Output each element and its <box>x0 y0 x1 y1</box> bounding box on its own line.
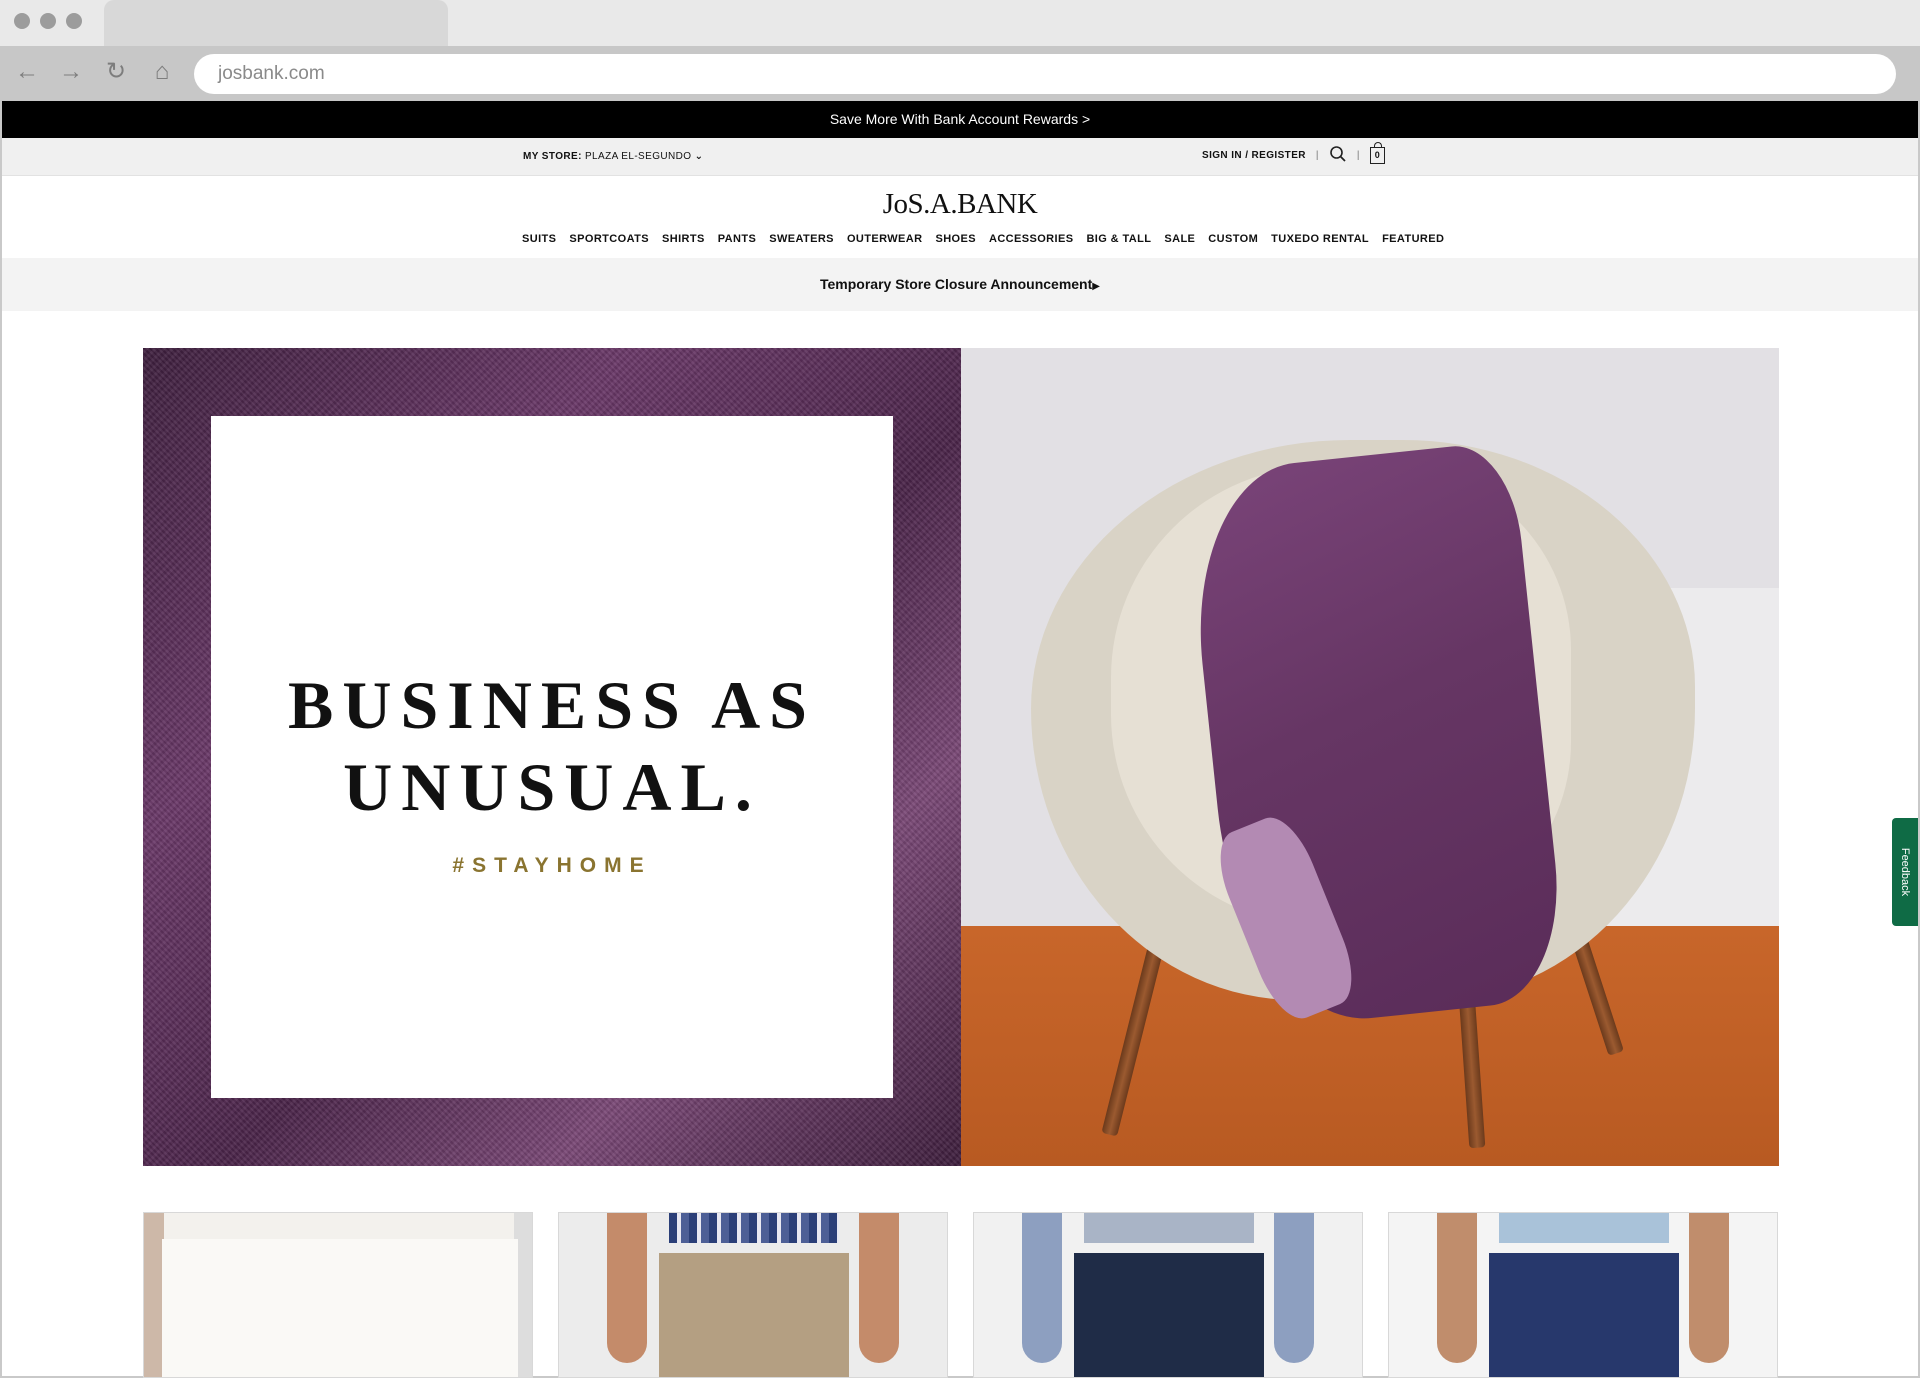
nav-item-custom[interactable]: CUSTOM <box>1208 233 1258 245</box>
divider: | <box>1356 150 1360 161</box>
product-image <box>859 1213 899 1363</box>
feedback-tab[interactable]: Feedback <box>1892 818 1918 926</box>
nav-item-sweaters[interactable]: SWEATERS <box>769 233 834 245</box>
product-tile-chinos[interactable] <box>1388 1212 1778 1378</box>
nav-item-featured[interactable]: FEATURED <box>1382 233 1444 245</box>
khaki-pants <box>659 1253 849 1377</box>
hero-headline: BUSINESS AS UNUSUAL. <box>211 664 893 828</box>
nav-item-shoes[interactable]: SHOES <box>935 233 976 245</box>
rewards-promo-banner[interactable]: Save More With Bank Account Rewards > <box>2 101 1918 138</box>
product-image <box>1022 1213 1062 1363</box>
announcement-text: Temporary Store Closure Announcement <box>820 276 1093 292</box>
product-tile-khakis[interactable] <box>558 1212 948 1378</box>
light-shirt <box>1084 1213 1254 1243</box>
divider: | <box>1315 150 1319 161</box>
light-blue-tee <box>1499 1213 1669 1243</box>
home-icon[interactable]: ⌂ <box>148 58 176 86</box>
brand-logo[interactable]: JoS.A.BANK <box>2 188 1918 221</box>
hero-fabric-panel[interactable]: BUSINESS AS UNUSUAL. #STAYHOME <box>143 348 961 1166</box>
main-navigation: SUITS SPORTCOATS SHIRTS PANTS SWEATERS O… <box>522 233 1444 245</box>
nav-item-suits[interactable]: SUITS <box>522 233 556 245</box>
chevron-down-icon: ⌄ <box>694 151 704 162</box>
utility-bar: MY STORE: PLAZA EL-SEGUNDO ⌄ SIGN IN / R… <box>2 138 1918 176</box>
maximize-window-dot[interactable] <box>66 13 82 29</box>
nav-item-sale[interactable]: SALE <box>1164 233 1195 245</box>
shopping-bag-icon[interactable]: 0 <box>1369 142 1385 164</box>
store-label: MY STORE: <box>523 151 582 162</box>
browser-tab[interactable] <box>104 0 448 48</box>
product-tile-jeans[interactable] <box>973 1212 1363 1378</box>
dark-jeans <box>1074 1253 1264 1377</box>
sign-in-register-link[interactable]: SIGN IN / REGISTER <box>1202 150 1306 161</box>
site-header: JoS.A.BANK SUITS SPORTCOATS SHIRTS PANTS… <box>2 176 1918 258</box>
navy-pants <box>1489 1253 1679 1377</box>
utility-actions: SIGN IN / REGISTER | | 0 <box>1202 142 1385 166</box>
hero-text-card: BUSINESS AS UNUSUAL. #STAYHOME <box>211 416 893 1098</box>
product-image <box>1274 1213 1314 1363</box>
close-window-dot[interactable] <box>14 13 30 29</box>
product-image <box>1689 1213 1729 1363</box>
nav-item-tuxedo-rental[interactable]: TUXEDO RENTAL <box>1271 233 1369 245</box>
hero-product-image[interactable] <box>961 348 1779 1166</box>
plaid-shirt <box>669 1213 839 1243</box>
back-arrow-icon[interactable]: ← <box>13 58 41 86</box>
hero-headline-line2: UNUSUAL. <box>343 749 761 825</box>
cart-count: 0 <box>1374 150 1381 160</box>
nav-item-big-tall[interactable]: BIG & TALL <box>1086 233 1151 245</box>
product-tile-shirts[interactable] <box>143 1212 533 1378</box>
nav-item-accessories[interactable]: ACCESSORIES <box>989 233 1073 245</box>
forward-arrow-icon[interactable]: → <box>57 58 85 86</box>
folded-shirt <box>162 1239 518 1377</box>
hero-headline-line1: BUSINESS AS <box>287 667 817 743</box>
search-icon[interactable] <box>1329 145 1347 166</box>
minimize-window-dot[interactable] <box>40 13 56 29</box>
product-image <box>1437 1213 1477 1363</box>
address-bar[interactable]: josbank.com <box>194 54 1896 94</box>
nav-item-pants[interactable]: PANTS <box>718 233 756 245</box>
store-closure-announcement[interactable]: Temporary Store Closure Announcement▶ <box>2 258 1918 311</box>
nav-item-shirts[interactable]: SHIRTS <box>662 233 705 245</box>
caret-right-icon: ▶ <box>1092 281 1100 292</box>
reload-icon[interactable]: ↻ <box>102 58 130 86</box>
store-value: PLAZA EL-SEGUNDO <box>584 151 692 162</box>
product-image <box>607 1213 647 1363</box>
window-controls <box>14 13 82 29</box>
feedback-label: Feedback <box>1899 847 1911 897</box>
nav-item-sportcoats[interactable]: SPORTCOATS <box>569 233 649 245</box>
browser-chrome: ← → ↻ ⌂ josbank.com <box>0 0 1920 101</box>
store-selector[interactable]: MY STORE: PLAZA EL-SEGUNDO ⌄ <box>523 151 703 162</box>
nav-item-outerwear[interactable]: OUTERWEAR <box>847 233 923 245</box>
hero-hashtag: #STAYHOME <box>452 854 652 877</box>
